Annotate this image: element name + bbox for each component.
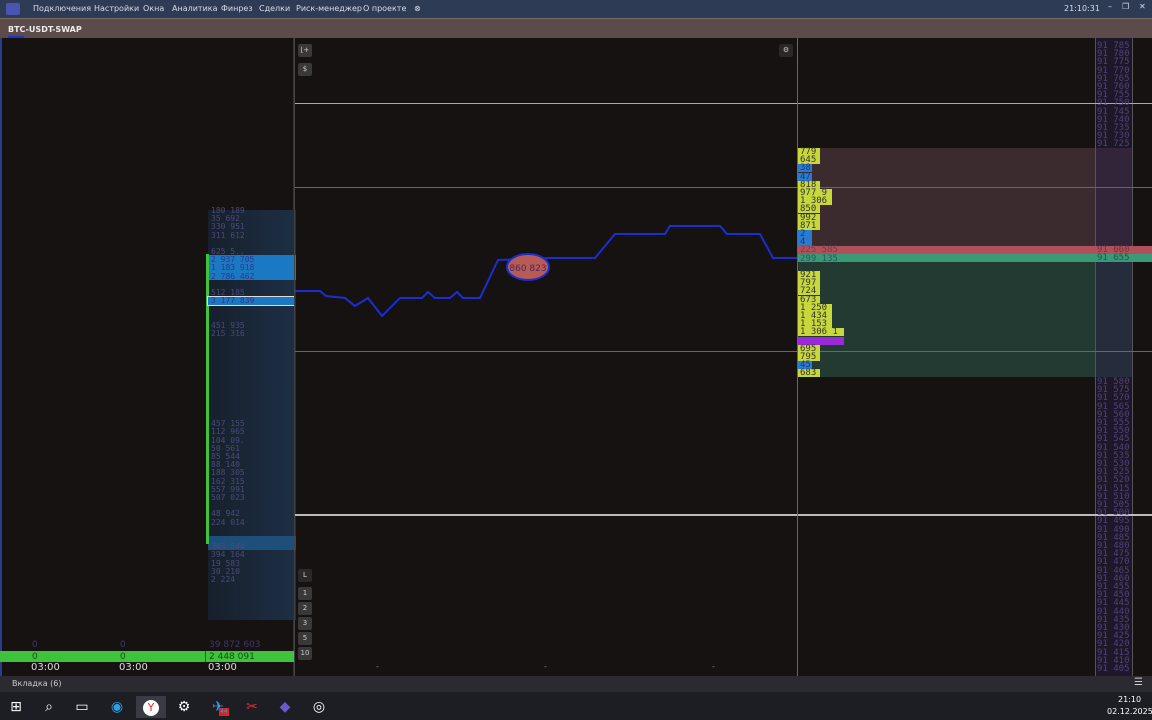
x-tick: - xyxy=(376,662,379,671)
bubble-label: 860 823 xyxy=(509,264,546,274)
workspace-tab[interactable]: Вкладка (6) xyxy=(12,679,61,688)
telegram-icon[interactable]: ✈ 44 xyxy=(207,696,229,718)
scale-button-3[interactable]: 3 xyxy=(298,617,312,630)
scale-button-L[interactable]: L xyxy=(298,569,312,582)
volume-row[interactable]: 683 xyxy=(798,369,820,378)
scale-button-5[interactable]: 5 xyxy=(298,632,312,645)
price-level[interactable]: 91 725 xyxy=(1097,140,1130,149)
list-icon[interactable]: ☰ xyxy=(1134,677,1143,688)
volume-row[interactable]: 299 135 xyxy=(798,254,838,263)
task-view-icon[interactable]: ▭ xyxy=(71,696,93,718)
trading-app-icon[interactable]: ◆ xyxy=(274,696,296,718)
taskbar-date: 02.12.2025 xyxy=(1107,707,1152,716)
settings-icon[interactable]: ⚙ xyxy=(173,696,195,718)
windows-start-icon[interactable]: ⊞ xyxy=(5,696,27,718)
scale-button-1[interactable]: 1 xyxy=(298,587,312,600)
snipping-tool-icon[interactable]: ✂ xyxy=(241,696,263,718)
volume-row[interactable]: 1 306 1 xyxy=(798,328,844,337)
taskbar: ⊞ ⌕ ▭ ◉ Y ⚙ ✈ 44 ✂ ◆ ◎ 21:10 02.12.2025 xyxy=(0,692,1152,720)
yandex-browser-icon[interactable]: Y xyxy=(136,696,166,718)
price-line-chart: 860 823 xyxy=(295,225,797,318)
price-level[interactable]: 91 405 xyxy=(1097,665,1130,674)
gear-icon[interactable]: ⚙ xyxy=(779,44,793,57)
workspace-tab-bar: Вкладка (6) ☰ xyxy=(0,676,1152,692)
scale-button-2[interactable]: 2 xyxy=(298,602,312,615)
x-tick: - xyxy=(544,662,547,671)
taskbar-time: 21:10 xyxy=(1118,695,1142,704)
x-tick: - xyxy=(712,662,715,671)
price-best-bid[interactable]: 91 655 xyxy=(1097,254,1130,263)
currency-button[interactable]: $ xyxy=(298,63,312,76)
edge-browser-icon[interactable]: ◉ xyxy=(106,696,128,718)
app-icon[interactable]: ◎ xyxy=(308,696,330,718)
scale-button-10[interactable]: 10 xyxy=(298,647,312,660)
chart-indicator-icon[interactable]: ⌊+ xyxy=(298,44,312,57)
search-icon[interactable]: ⌕ xyxy=(38,696,60,718)
telegram-badge: 44 xyxy=(219,708,229,716)
